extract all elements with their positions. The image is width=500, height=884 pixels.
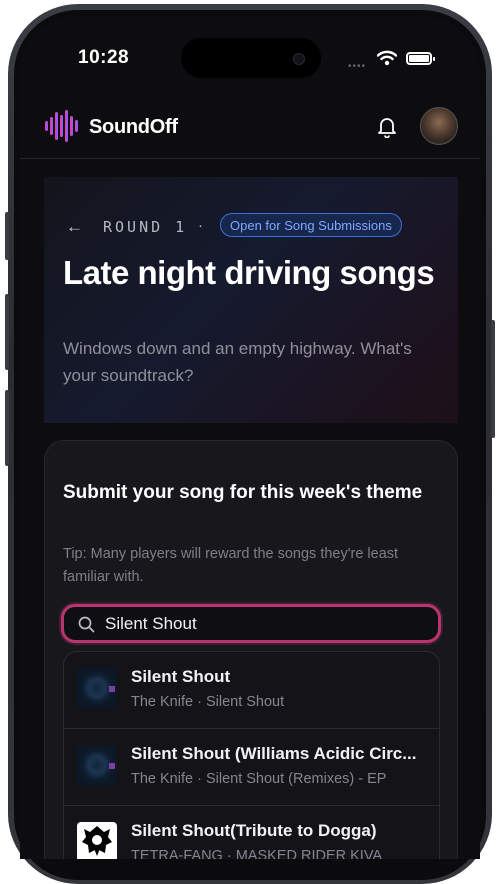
status-time: 10:28	[78, 47, 130, 68]
emblem-icon	[82, 826, 112, 856]
waveform-logo-icon[interactable]	[44, 109, 82, 143]
album-art-dogga	[77, 822, 117, 859]
battery-icon	[406, 52, 435, 65]
phone-side-button	[491, 320, 495, 438]
result-subtitle: The Knife · Silent Shout	[131, 694, 285, 710]
app-brand-name[interactable]: SoundOff	[89, 116, 178, 139]
result-title: Silent Shout (Williams Acidic Circ...	[131, 744, 417, 763]
list-item[interactable]: Silent Shout(Tribute to Dogga) TETRA-FAN…	[64, 806, 439, 859]
result-title: Silent Shout	[131, 667, 231, 686]
list-item[interactable]: Silent Shout The Knife · Silent Shout	[64, 652, 439, 729]
album-art-knife	[77, 745, 117, 785]
back-arrow-icon[interactable]: ←	[66, 217, 83, 237]
search-icon	[78, 616, 95, 633]
result-subtitle: TETRA-FANG · MASKED RIDER KIVA	[131, 848, 383, 859]
round-hero: ← ROUND 1 · Open for Song Submissions La…	[44, 177, 458, 423]
submit-song-card: Submit your song for this week's theme T…	[44, 440, 458, 859]
search-value[interactable]: Silent Shout	[105, 614, 197, 634]
album-art-knife	[77, 668, 117, 708]
phone-side-button	[5, 212, 9, 260]
bell-icon[interactable]	[377, 116, 397, 138]
dynamic-island	[181, 38, 321, 78]
cellular-signal-icon: ••••	[348, 61, 367, 72]
result-title: Silent Shout(Tribute to Dogga)	[131, 821, 377, 840]
submit-card-title: Submit your song for this week's theme	[63, 482, 423, 503]
round-separator: ·	[198, 217, 203, 234]
song-search-input[interactable]: Silent Shout	[61, 604, 441, 643]
result-subtitle: The Knife · Silent Shout (Remixes) - EP	[131, 771, 387, 787]
phone-side-button	[5, 390, 9, 466]
status-badge: Open for Song Submissions	[220, 213, 402, 237]
app-header: SoundOff	[20, 102, 480, 159]
round-label: ROUND 1	[103, 218, 188, 236]
avatar[interactable]	[420, 107, 458, 145]
wifi-icon	[377, 50, 397, 66]
app-screen: 10:28 •••• SoundOff ← ROUND 1 · Open for…	[20, 16, 480, 859]
phone-side-button	[5, 294, 9, 370]
list-item[interactable]: Silent Shout (Williams Acidic Circ... Th…	[64, 729, 439, 806]
camera-icon	[293, 53, 305, 65]
page-title: Late night driving songs	[63, 254, 435, 291]
submit-tip: Tip: Many players will reward the songs …	[63, 546, 399, 585]
theme-subtitle: Windows down and an empty highway. What'…	[63, 339, 412, 385]
status-bar: 10:28 ••••	[20, 16, 480, 86]
search-results-list: Silent Shout The Knife · Silent Shout Si…	[63, 651, 440, 859]
